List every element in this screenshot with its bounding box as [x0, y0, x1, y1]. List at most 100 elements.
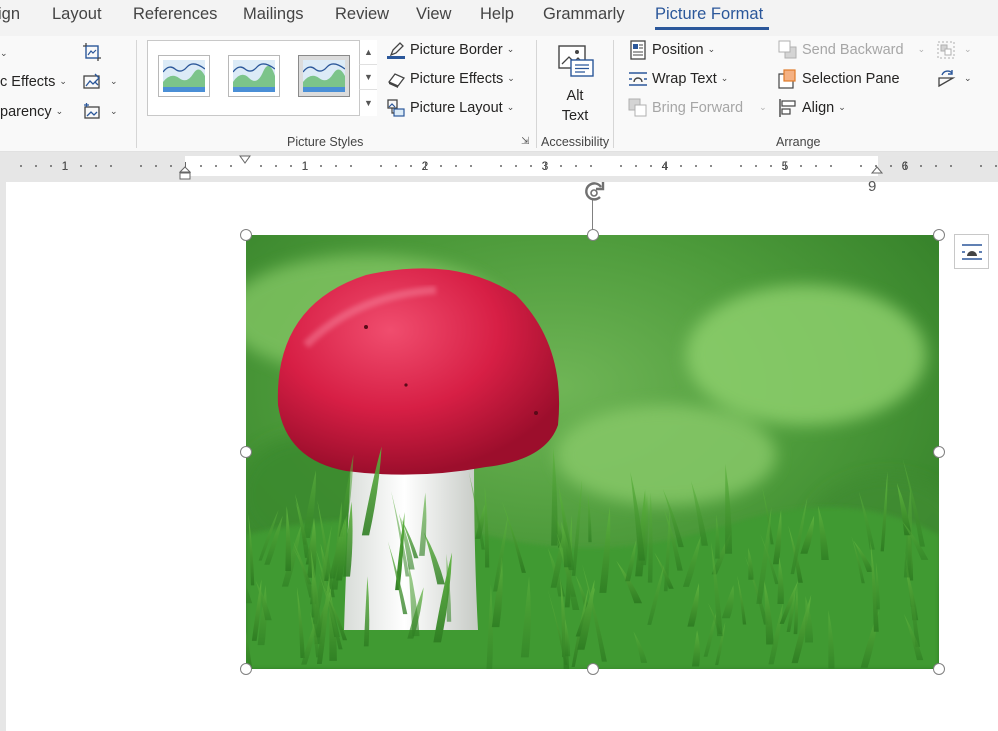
resize-handle-bottom-right[interactable] [933, 663, 945, 675]
layout-options-button[interactable] [954, 234, 989, 269]
ruler-tick [515, 165, 517, 167]
chevron-down-icon: ⌄ [507, 72, 515, 83]
ruler-tick [350, 165, 352, 167]
ruler-tick [470, 165, 472, 167]
reset-picture-button[interactable]: ⌄ [82, 100, 118, 124]
compress-pictures-button[interactable] [82, 40, 106, 64]
corrections-dropdown[interactable]: ⌄ [0, 42, 8, 66]
picture-layout-button[interactable]: Picture Layout ⌄ [386, 96, 514, 120]
layout-options-icon [961, 243, 982, 260]
ruler-tick [620, 165, 622, 167]
position-label: Position [652, 42, 704, 58]
resize-handle-left[interactable] [240, 446, 252, 458]
ruler-tick [740, 165, 742, 167]
bring-forward-button[interactable]: Bring Forward ⌄ [628, 96, 767, 120]
resize-handle-bottom[interactable] [587, 663, 599, 675]
tab-review[interactable]: Review [335, 5, 389, 24]
alt-text-icon [555, 44, 595, 84]
artistic-effects-label: c Effects [0, 74, 56, 90]
chevron-down-icon: ⌄ [506, 43, 515, 54]
resize-handle-top-left[interactable] [240, 229, 252, 241]
compress-pictures-icon [82, 42, 102, 62]
chevron-down-icon: ⌄ [964, 43, 972, 54]
picture-layout-icon [386, 98, 406, 118]
ribbon: ⌄ c Effects ⌄ parency ⌄ ⌄ ⌄ ▲ ▼ ▼ Pictur… [0, 36, 998, 152]
picture-effects-button[interactable]: Picture Effects ⌄ [386, 67, 515, 91]
picture-effects-icon [386, 69, 406, 89]
tab-layout[interactable]: Layout [52, 5, 102, 24]
picture-effects-label: Picture Effects [410, 71, 504, 87]
tab-references[interactable]: References [133, 5, 217, 24]
ruler-tick [530, 165, 532, 167]
ruler-tick [290, 165, 292, 167]
resize-handle-right[interactable] [933, 446, 945, 458]
tab-design[interactable]: ign [0, 5, 20, 24]
mushroom-photo[interactable] [246, 235, 939, 669]
group-objects-button[interactable]: ⌄ [936, 38, 972, 62]
group-separator [136, 40, 137, 148]
gallery-more[interactable]: ▼ [359, 90, 377, 116]
selection-pane-icon [778, 69, 798, 89]
tab-view[interactable]: View [416, 5, 451, 24]
wrap-text-icon [628, 69, 648, 89]
send-backward-icon [778, 40, 798, 60]
resize-handle-bottom-left[interactable] [240, 663, 252, 675]
position-button[interactable]: Position ⌄ [628, 38, 715, 62]
ruler-tick [590, 165, 592, 167]
chevron-down-icon: ⌄ [0, 47, 8, 58]
transparency-label: parency [0, 104, 52, 120]
gallery-scroll-up[interactable]: ▲ [359, 40, 377, 65]
ruler-tick [35, 165, 37, 167]
transparency-button[interactable]: parency ⌄ [0, 100, 63, 124]
ruler-tick [335, 165, 337, 167]
send-backward-button[interactable]: Send Backward ⌄ [778, 38, 925, 62]
gallery-more-icon: ▼ [364, 98, 373, 108]
rotate-handle-icon[interactable] [579, 180, 609, 206]
ruler-tick [755, 165, 757, 167]
picture-border-button[interactable]: Picture Border ⌄ [386, 38, 514, 62]
resize-handle-top[interactable] [587, 229, 599, 241]
chevron-down-icon: ⌄ [964, 72, 972, 83]
alt-text-button[interactable]: Alt Text [546, 40, 604, 130]
dialog-launcher-icon[interactable]: ⇲ [521, 136, 529, 147]
picture-styles-group-label: Picture Styles [287, 135, 364, 149]
group-objects-icon [936, 40, 956, 60]
artistic-effects-button[interactable]: c Effects ⌄ [0, 70, 67, 94]
selection-pane-label: Selection Pane [802, 71, 900, 87]
right-indent-marker[interactable] [871, 166, 883, 176]
left-indent-marker[interactable] [179, 166, 191, 180]
picture-style-2[interactable] [228, 55, 280, 97]
send-backward-label: Send Backward [802, 42, 904, 58]
first-line-indent-marker[interactable] [239, 155, 251, 167]
ruler-tick [950, 165, 952, 167]
mushroom-image [246, 235, 939, 669]
align-button[interactable]: Align ⌄ [778, 96, 846, 120]
chevron-down-icon: ⌄ [59, 75, 67, 86]
chevron-down-icon: ▼ [364, 72, 373, 82]
horizontal-ruler[interactable]: 1 1 2 3 4 5 6 [0, 152, 998, 180]
picture-style-1[interactable] [158, 55, 210, 97]
wrap-text-button[interactable]: Wrap Text ⌄ [628, 67, 728, 91]
selection-pane-button[interactable]: Selection Pane [778, 67, 900, 91]
tab-mailings[interactable]: Mailings [243, 5, 304, 24]
arrange-group-label: Arrange [776, 135, 821, 149]
chevron-down-icon: ⌄ [917, 43, 926, 54]
ruler-tick [20, 165, 22, 167]
rotate-button[interactable]: ⌄ [936, 67, 972, 91]
ruler-tick [275, 165, 277, 167]
reset-picture-icon [82, 102, 102, 122]
picture-style-3[interactable] [298, 55, 350, 97]
ruler-tick [395, 165, 397, 167]
gallery-scroll-down[interactable]: ▼ [359, 65, 377, 90]
bring-forward-icon [628, 98, 648, 118]
ruler-tick [635, 165, 637, 167]
tab-grammarly[interactable]: Grammarly [543, 5, 625, 24]
ruler-tick [95, 165, 97, 167]
pen-icon [386, 40, 406, 60]
ruler-tick [650, 165, 652, 167]
tab-picture-format[interactable]: Picture Format [655, 5, 763, 24]
tab-help[interactable]: Help [480, 5, 514, 24]
resize-handle-top-right[interactable] [933, 229, 945, 241]
wrap-text-label: Wrap Text [652, 71, 717, 87]
change-picture-button[interactable]: ⌄ [82, 70, 118, 94]
